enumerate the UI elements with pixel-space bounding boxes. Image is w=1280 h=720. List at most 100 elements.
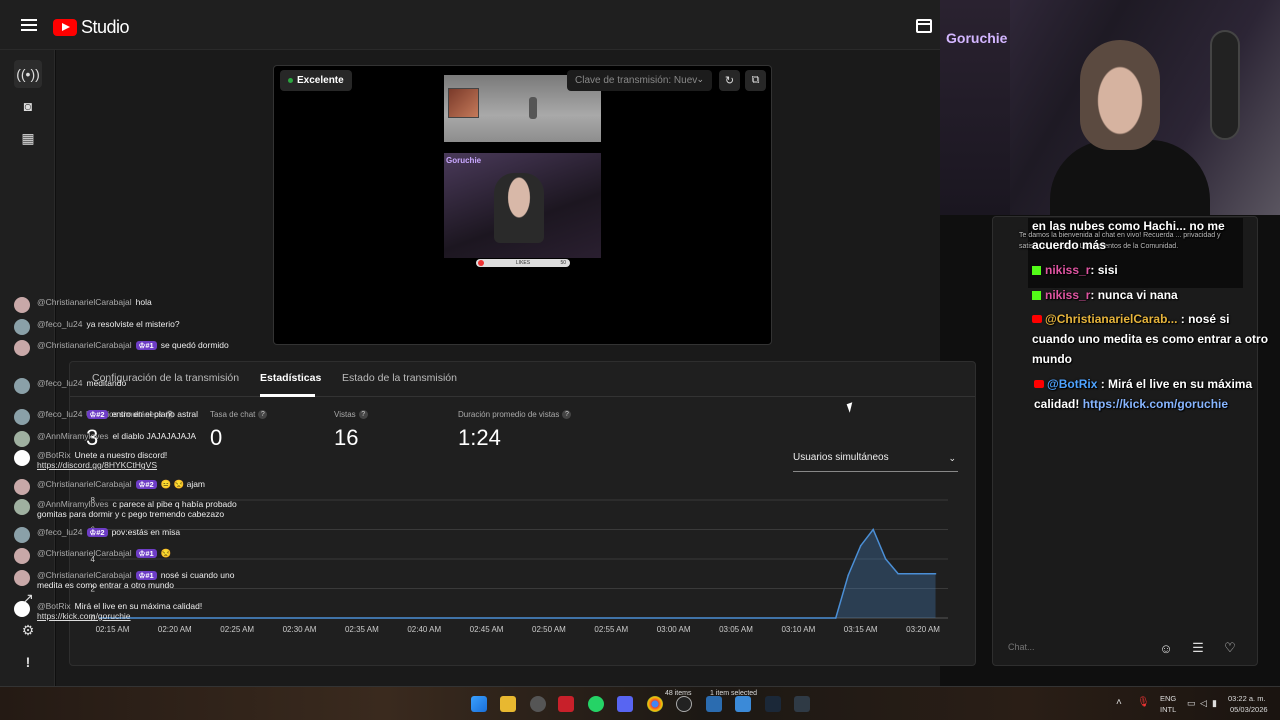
overlay-text: : nosé si xyxy=(1180,312,1230,326)
avatar[interactable] xyxy=(14,450,30,466)
avatar[interactable] xyxy=(14,601,30,617)
copy-icon[interactable]: ⧉ xyxy=(745,70,766,91)
stream-key-select[interactable]: Clave de transmisión: Nuev ⌄ xyxy=(567,70,712,91)
chat-text-content: ya resolviste el misterio? xyxy=(86,319,180,329)
steam-icon[interactable] xyxy=(765,696,781,712)
chat-author[interactable]: @AnnMiramyloves xyxy=(37,499,108,509)
feedback-icon[interactable]: ! xyxy=(14,648,42,676)
clapperboard-icon[interactable] xyxy=(916,19,932,33)
chat-author[interactable]: @feco_lu24 xyxy=(37,378,83,388)
discord-icon[interactable] xyxy=(617,696,633,712)
clock-time[interactable]: 03:22 a. m. xyxy=(1228,694,1266,703)
chat-author[interactable]: @feco_lu24 xyxy=(37,319,83,329)
help-icon[interactable]: ? xyxy=(258,410,268,419)
chat-author[interactable]: @BotRix xyxy=(37,601,71,611)
tab-statistics[interactable]: Estadísticas xyxy=(260,372,321,384)
chat-message-body: @ChristianarielCarabajal ♔#1 nosé si cuand… xyxy=(37,570,254,590)
clock-app-icon[interactable] xyxy=(676,696,692,712)
x-tick-label: 03:05 AM xyxy=(719,625,753,634)
avatar[interactable] xyxy=(14,340,30,356)
chat-author[interactable]: @feco_lu24 xyxy=(37,527,83,537)
volume-icon[interactable]: ◁ xyxy=(1200,698,1207,709)
overlay-message-3-line2: cuando uno medita es como entrar a otro xyxy=(1032,332,1269,346)
webcam-brand: Goruchie xyxy=(946,30,1008,46)
chat-message-body: @feco_lu24 ♔#2 pov:estás en misa xyxy=(37,527,180,537)
chrome-icon[interactable] xyxy=(647,696,663,712)
chat-message: @feco_lu24 ♔#2 entro en el plano astral xyxy=(14,409,254,425)
menu-icon[interactable] xyxy=(21,19,37,31)
chat-author[interactable]: @ChristianarielCarabajal xyxy=(37,297,132,307)
chat-author[interactable]: @ChristianarielCarabajal xyxy=(37,548,132,558)
vscode-icon[interactable] xyxy=(706,696,722,712)
calendar-icon[interactable]: ▦ xyxy=(14,124,42,152)
chat-message: @feco_lu24 ♔#2 pov:estás en misa xyxy=(14,527,254,543)
refresh-icon[interactable]: ↻ xyxy=(719,70,740,91)
webcam-overlay: Goruchie xyxy=(940,0,1280,215)
clock-date[interactable]: 05/03/2026 xyxy=(1230,705,1268,714)
chat-author[interactable]: @BotRix xyxy=(37,450,71,460)
chat-author[interactable]: @AnnMiramyloves xyxy=(37,431,108,441)
chat-link[interactable]: https://kick.com/goruchie xyxy=(37,611,131,621)
overlay-line-2: acuerdo más xyxy=(1032,238,1107,252)
youtube-icon xyxy=(1034,380,1044,388)
battery-icon[interactable]: ▮ xyxy=(1212,698,1217,709)
help-icon[interactable]: ? xyxy=(358,410,368,419)
chat-message-body: @AnnMiramyloves c parece al pibe q había … xyxy=(37,499,254,519)
avatar[interactable] xyxy=(14,319,30,335)
app-icon-2[interactable] xyxy=(794,696,810,712)
file-explorer-icon[interactable] xyxy=(500,696,516,712)
chat-input[interactable] xyxy=(1008,637,1148,657)
avatar[interactable] xyxy=(14,527,30,543)
heart-icon[interactable]: ♡ xyxy=(1222,640,1238,656)
avatar[interactable] xyxy=(14,297,30,313)
app-icon[interactable] xyxy=(558,696,574,712)
avatar[interactable] xyxy=(14,378,30,394)
preview-person xyxy=(494,173,544,243)
overlay-link[interactable]: https://kick.com/goruchie xyxy=(1083,397,1228,411)
camera-icon[interactable]: ◙ xyxy=(14,92,42,120)
chat-author[interactable]: @ChristianarielCarabajal xyxy=(37,479,132,489)
avatar[interactable] xyxy=(14,431,30,447)
chevron-down-icon: ⌄ xyxy=(696,74,704,84)
photos-icon[interactable] xyxy=(735,696,751,712)
preview-facecam xyxy=(448,88,479,118)
chat-text-content: se quedó dormido xyxy=(160,340,229,350)
likes-goal-bar: LIKES 50 xyxy=(476,259,570,267)
chat-link[interactable]: https://discord.gg/8HYKCtHgVS xyxy=(37,460,157,470)
chat-author[interactable]: @ChristianarielCarabajal xyxy=(37,340,132,350)
chat-text-content: entro en el plano astral xyxy=(111,409,199,419)
network-icon[interactable]: ▭ xyxy=(1187,698,1196,709)
keyboard-layout[interactable]: INTL xyxy=(1160,705,1176,714)
live-icon[interactable]: ((•)) xyxy=(14,60,42,88)
obs-icon[interactable] xyxy=(530,696,546,712)
avatar[interactable] xyxy=(14,548,30,564)
emoji-icon[interactable]: ☺ xyxy=(1158,640,1174,656)
stat-value: 16 xyxy=(334,425,359,450)
keyboard-language[interactable]: ENG xyxy=(1160,694,1176,703)
chat-author[interactable]: @ChristianarielCarabajal xyxy=(37,570,132,580)
left-rail: ((•)) ◙ ▦ ↗ ⚙ ! xyxy=(0,50,55,686)
avatar[interactable] xyxy=(14,409,30,425)
studio-logo[interactable]: Studio xyxy=(53,17,130,38)
chat-author[interactable]: @feco_lu24 xyxy=(37,409,83,419)
chat-text-content: 😑 😒 ajam xyxy=(160,479,206,489)
member-badge: ♔#2 xyxy=(135,480,157,489)
chevron-up-icon[interactable]: ˄ xyxy=(1116,697,1122,708)
data-point xyxy=(834,617,837,619)
avatar[interactable] xyxy=(14,570,30,586)
tab-stream-health[interactable]: Estado de la transmisión xyxy=(342,372,457,384)
status-dot-icon xyxy=(288,78,293,83)
microphone-icon[interactable]: 🎙 xyxy=(1137,697,1150,708)
webcam-guitar xyxy=(1210,30,1240,140)
preview-figure xyxy=(529,97,537,119)
help-icon[interactable]: ? xyxy=(562,410,572,419)
whatsapp-icon[interactable] xyxy=(588,696,604,712)
x-tick-label: 02:30 AM xyxy=(283,625,317,634)
stream-health-badge: Excelente xyxy=(280,70,352,91)
poll-icon[interactable]: ☰ xyxy=(1190,640,1206,656)
avatar[interactable] xyxy=(14,479,30,495)
metric-dropdown[interactable]: Usuarios simultáneos ⌄ xyxy=(793,452,958,472)
windows-start-icon[interactable] xyxy=(471,696,487,712)
avatar[interactable] xyxy=(14,499,30,515)
taskbar: 48 items 1 item selected ˄ 🎙 ENG INTL ▭ … xyxy=(0,686,1280,720)
